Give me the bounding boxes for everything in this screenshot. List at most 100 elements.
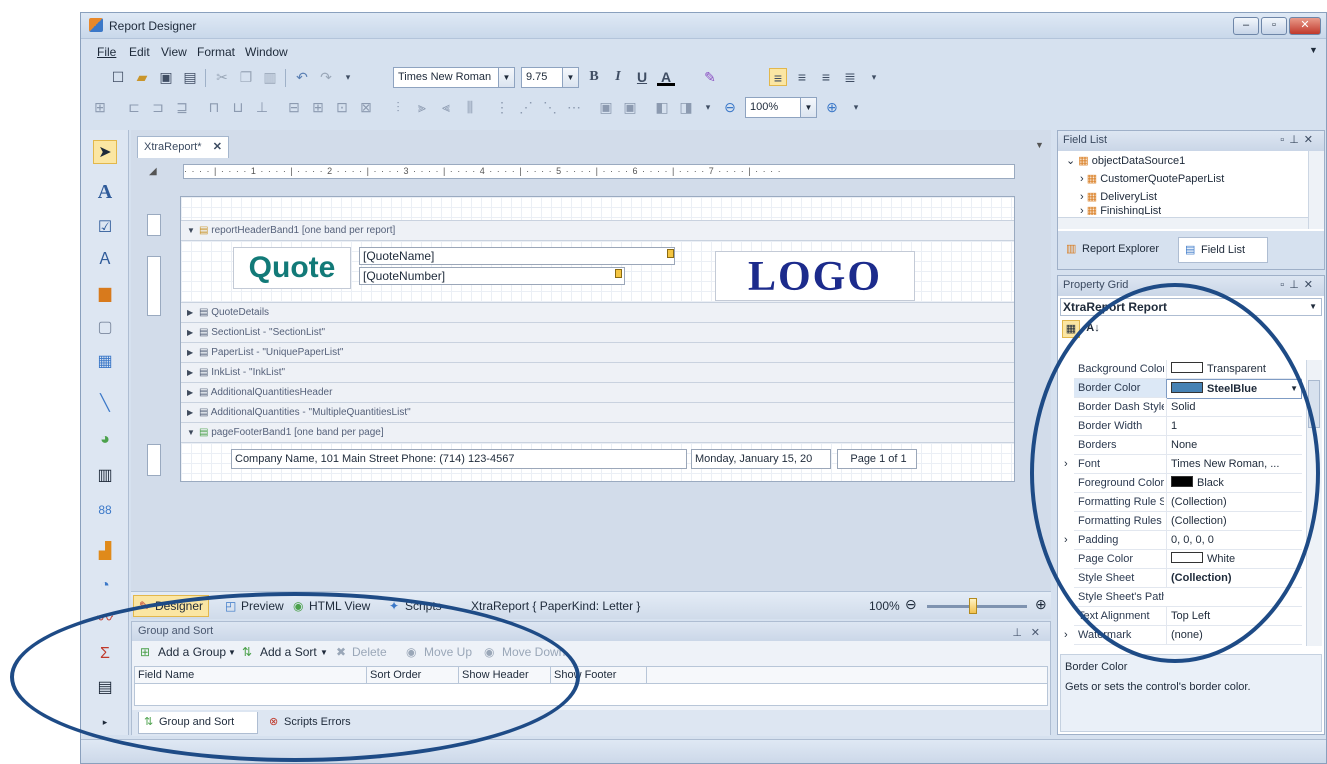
redo-icon[interactable]: ↷ (317, 68, 335, 86)
underline-button[interactable]: U (633, 68, 651, 86)
chevron-down-icon[interactable]: ▼ (498, 68, 514, 87)
chevron-right-icon[interactable]: › (1064, 626, 1068, 644)
picture-box-icon[interactable]: ▆ (93, 282, 117, 306)
zoom-out-icon[interactable]: ⊖ (905, 596, 917, 613)
band-quote-details[interactable]: ▶ ▤ QuoteDetails (181, 303, 1014, 323)
gauge-icon[interactable]: ◔ (93, 574, 117, 598)
remove-h-spacing-icon[interactable]: ⫼ (461, 98, 479, 116)
tree-item[interactable]: › ▦ DeliveryList (1080, 189, 1157, 205)
minimize-button[interactable]: – (1233, 17, 1259, 35)
undo-icon[interactable]: ↶ (293, 68, 311, 86)
horizontal-spacing-icon[interactable]: ⫶ (389, 98, 407, 116)
same-height-icon[interactable]: ⊡ (333, 98, 351, 116)
same-size-icon[interactable]: ⊠ (357, 98, 375, 116)
chevron-right-icon[interactable]: › (1080, 206, 1087, 215)
chevron-down-icon[interactable]: ▼ (1309, 299, 1317, 315)
zoom-slider-thumb[interactable] (969, 598, 977, 614)
italic-button[interactable]: I (609, 68, 627, 86)
chevron-down-icon[interactable]: ⌄ (1066, 155, 1078, 167)
font-size-combo[interactable]: 9.75 ▼ (521, 67, 579, 88)
tab-report-explorer[interactable]: ▥ Report Explorer (1062, 239, 1172, 261)
dropdown-arrow-icon[interactable]: ▾ (339, 68, 357, 86)
same-width-icon[interactable]: ⊟ (285, 98, 303, 116)
expand-triangle-icon[interactable]: ▶ (187, 363, 193, 382)
zoom-combo[interactable]: 100% ▼ (745, 97, 817, 118)
save-all-icon[interactable]: ▤ (181, 68, 199, 86)
tree-item[interactable]: › ▦ FinishingList (1080, 206, 1161, 215)
logo-placeholder[interactable]: LOGO (715, 251, 915, 301)
tab-xtrareport[interactable]: XtraReport* ✕ (137, 136, 229, 158)
chevron-right-icon[interactable]: › (1080, 191, 1087, 203)
align-right-icon[interactable]: ≡ (817, 68, 835, 86)
h-scrollbar[interactable] (1058, 217, 1308, 229)
chevron-down-icon[interactable]: ▼ (1309, 45, 1318, 55)
footer-date-field[interactable]: Monday, January 15, 20 (691, 449, 831, 469)
tree-root[interactable]: ⌄ ▦ objectDataSource1 (1066, 153, 1185, 169)
align-tops-icon[interactable]: ⊓ (205, 98, 223, 116)
footer-company-field[interactable]: Company Name, 101 Main Street Phone: (71… (231, 449, 687, 469)
shape-icon[interactable]: ◕ (93, 428, 117, 452)
increase-h-spacing-icon[interactable]: ⫸ (413, 98, 431, 116)
justify-icon[interactable]: ≣ (841, 68, 859, 86)
quote-name-field[interactable]: [QuoteName] (359, 247, 675, 265)
menu-window[interactable]: Window (245, 45, 288, 59)
maximize-button[interactable]: ▫ (1261, 17, 1287, 35)
copy-icon[interactable]: ❐ (237, 68, 255, 86)
expand-triangle-icon[interactable]: ▶ (187, 343, 193, 362)
center-vertically-icon[interactable]: ▣ (621, 98, 639, 116)
menu-view[interactable]: View (161, 45, 187, 59)
tab-field-list[interactable]: ▤ Field List (1178, 237, 1268, 263)
dropdown-arrow-icon[interactable]: ▾ (865, 68, 883, 86)
open-folder-icon[interactable]: ▰ (133, 68, 151, 86)
align-lefts-icon[interactable]: ⊏ (125, 98, 143, 116)
align-middles-icon[interactable]: ⊔ (229, 98, 247, 116)
pointer-icon[interactable]: ➤ (93, 140, 117, 164)
band-section-list[interactable]: ▶ ▤ SectionList - "SectionList" (181, 323, 1014, 343)
align-center-icon[interactable]: ≡ (793, 68, 811, 86)
checkbox-icon[interactable]: ☑ (93, 216, 117, 240)
dropdown-arrow-icon[interactable]: ▾ (699, 98, 717, 116)
line-icon[interactable]: ╲ (93, 392, 117, 416)
expand-triangle-icon[interactable]: ▶ (187, 323, 193, 342)
menu-edit[interactable]: Edit (129, 45, 150, 59)
center-horizontally-icon[interactable]: ▣ (597, 98, 615, 116)
highlight-color-icon[interactable]: ✎ (701, 68, 719, 86)
band-report-header[interactable]: ▼ ▤ reportHeaderBand1 [one band per repor… (181, 221, 1014, 241)
align-bottoms-icon[interactable]: ⊥ (253, 98, 271, 116)
pin-icon[interactable]: ⊥ (1012, 624, 1022, 642)
panel-icon[interactable]: ▢ (93, 316, 117, 340)
paste-icon[interactable]: ▥ (261, 68, 279, 86)
collapse-triangle-icon[interactable]: ▼ (187, 423, 195, 442)
chevron-down-icon[interactable]: ▼ (562, 68, 578, 87)
band-additional-quantities-header[interactable]: ▶ ▤ AdditionalQuantitiesHeader (181, 383, 1014, 403)
align-centers-icon[interactable]: ⊐ (149, 98, 167, 116)
bring-to-front-icon[interactable]: ◧ (653, 98, 671, 116)
vertical-spacing-icon[interactable]: ⋮ (493, 98, 511, 116)
zoom-in-icon[interactable]: ⊕ (1035, 596, 1047, 613)
align-rights-icon[interactable]: ⊒ (173, 98, 191, 116)
menu-file[interactable]: File (97, 45, 116, 59)
decrease-h-spacing-icon[interactable]: ⫷ (437, 98, 455, 116)
zoom-out-icon[interactable]: ⊖ (721, 98, 739, 116)
expand-triangle-icon[interactable]: ▶ (187, 383, 193, 402)
tree-item[interactable]: › ▦ CustomerQuotePaperList (1080, 171, 1224, 187)
barcode-icon[interactable]: ▥ (93, 464, 117, 488)
cut-icon[interactable]: ✂ (213, 68, 231, 86)
font-color-button[interactable]: A (657, 68, 675, 86)
chevron-down-icon[interactable]: ▼ (1035, 140, 1044, 150)
save-icon[interactable]: ▣ (157, 68, 175, 86)
send-to-back-icon[interactable]: ◨ (677, 98, 695, 116)
v-scrollbar[interactable] (1308, 151, 1324, 229)
table-icon[interactable]: ▦ (93, 350, 117, 374)
zipcode-icon[interactable]: 88 (93, 498, 117, 522)
expand-triangle-icon[interactable]: ▶ (187, 403, 193, 422)
collapse-triangle-icon[interactable]: ▼ (187, 221, 195, 240)
chevron-down-icon[interactable]: ▼ (800, 98, 816, 117)
dropdown-arrow-icon[interactable]: ▾ (847, 98, 865, 116)
new-file-icon[interactable]: ☐ (109, 68, 127, 86)
menu-format[interactable]: Format (197, 45, 235, 59)
footer-page-field[interactable]: Page 1 of 1 (837, 449, 917, 469)
chevron-right-icon[interactable]: › (1080, 173, 1087, 185)
expand-triangle-icon[interactable]: ▶ (187, 303, 193, 322)
align-to-grid-icon[interactable]: ⊞ (91, 98, 109, 116)
